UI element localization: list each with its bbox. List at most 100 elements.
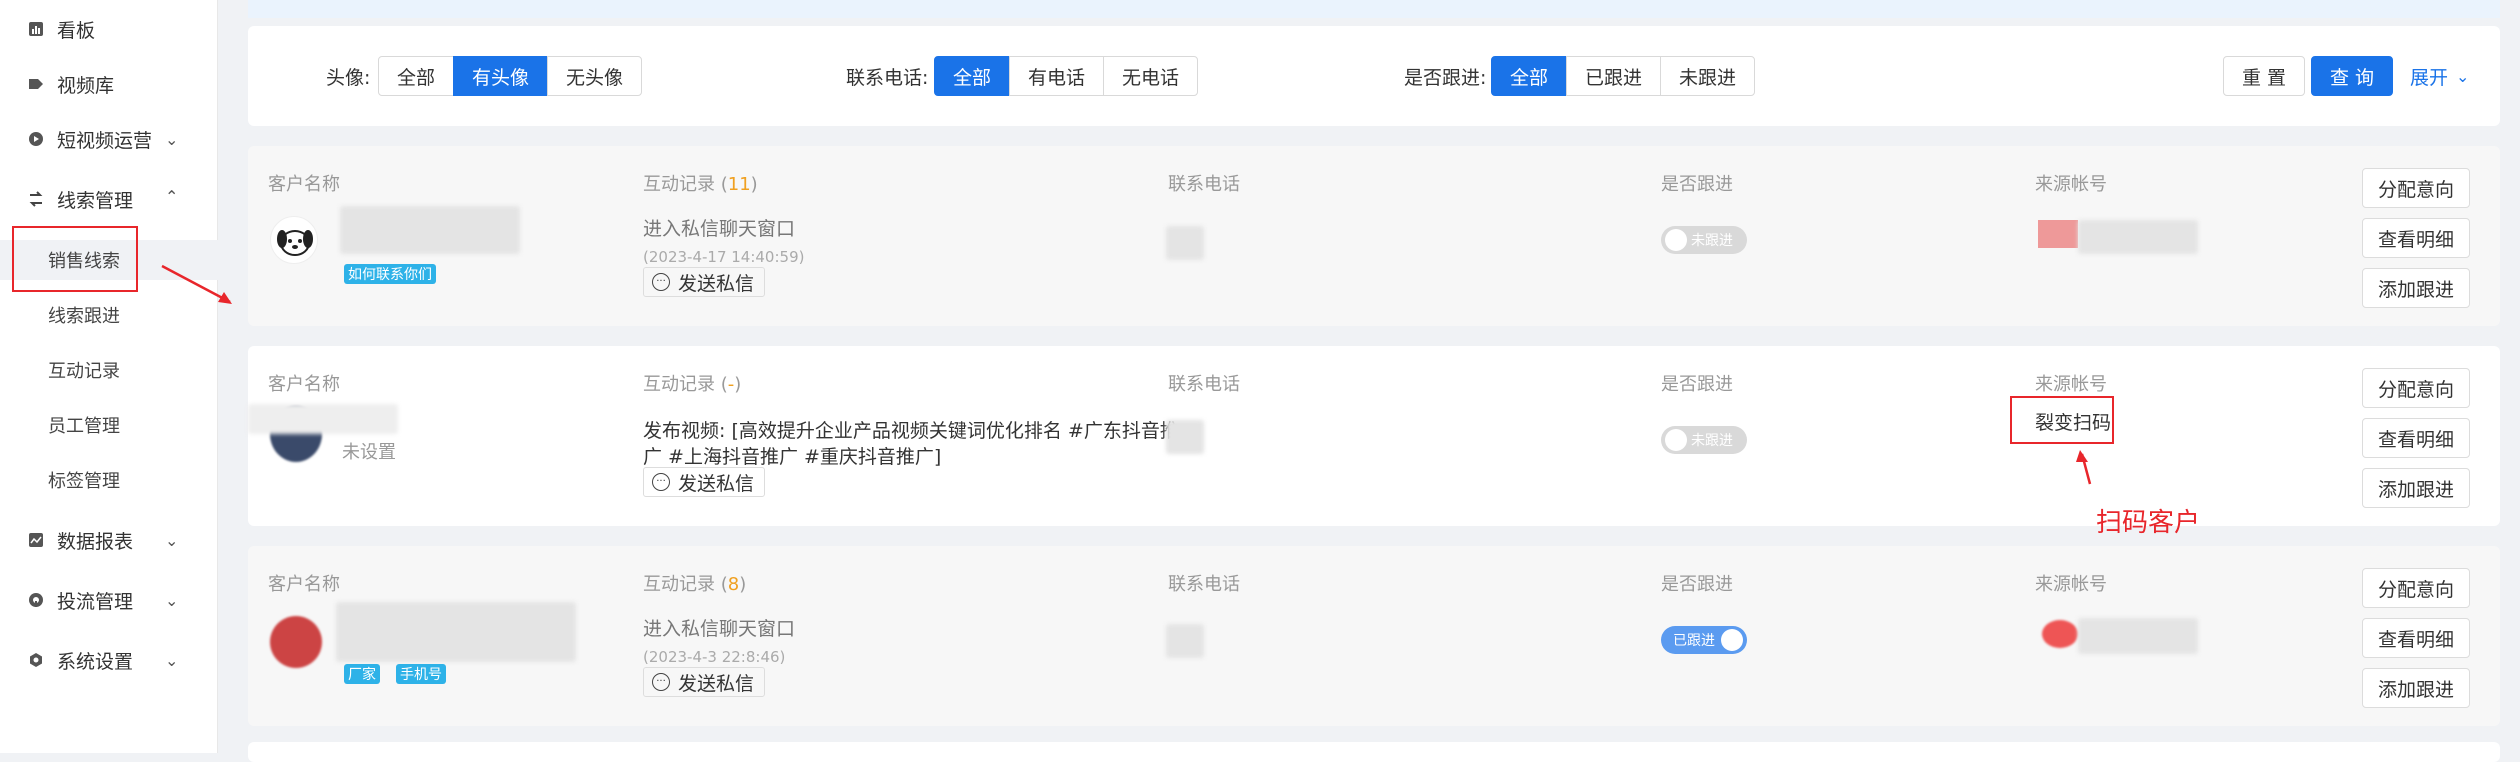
follow-option-all[interactable]: 全部 bbox=[1491, 56, 1568, 96]
avatar-option-none[interactable]: 无头像 bbox=[547, 56, 643, 96]
add-followup-button[interactable]: 添加跟进 bbox=[2362, 268, 2470, 308]
view-detail-button[interactable]: 查看明细 bbox=[2362, 418, 2470, 458]
avatar-option-has[interactable]: 有头像 bbox=[453, 56, 549, 96]
follow-toggle[interactable]: 未跟进 bbox=[1661, 426, 1747, 454]
sidebar-item-video-library[interactable]: 视频库 bbox=[0, 64, 218, 104]
sidebar-item-label: 系统设置 bbox=[57, 650, 134, 673]
sidebar-subitem-label: 员工管理 bbox=[48, 416, 120, 437]
sidebar-subitem-interactions[interactable]: 互动记录 bbox=[0, 350, 218, 390]
avatar-option-all[interactable]: 全部 bbox=[378, 56, 455, 96]
follow-filter: 全部 已跟进 未跟进 bbox=[1491, 56, 1756, 96]
avatar bbox=[270, 216, 318, 264]
send-dm-button[interactable]: ··· 发送私信 bbox=[643, 467, 766, 497]
annotation-text: 扫码客户 bbox=[2096, 508, 2201, 538]
sidebar-item-settings[interactable]: 系统设置 ⌄ bbox=[0, 640, 218, 680]
phone-filter-label: 联系电话: bbox=[846, 67, 929, 89]
follow-toggle[interactable]: 未跟进 bbox=[1661, 226, 1747, 254]
sidebar-item-short-video[interactable]: 短视频运营 ⌄ bbox=[0, 119, 218, 159]
customer-header: 客户名称 bbox=[268, 574, 340, 595]
avatar-filter-label: 头像: bbox=[326, 67, 371, 89]
annotation-arrow bbox=[161, 264, 232, 304]
follow-header: 是否跟进 bbox=[1661, 574, 1733, 595]
avatar-filter: 全部 有头像 无头像 bbox=[378, 56, 643, 96]
follow-option-pending[interactable]: 未跟进 bbox=[1660, 56, 1756, 96]
toggle-label: 未跟进 bbox=[1691, 433, 1733, 449]
sidebar-subitem-tags[interactable]: 标签管理 bbox=[0, 460, 218, 500]
assign-intent-button[interactable]: 分配意向 bbox=[2362, 368, 2470, 408]
view-detail-button[interactable]: 查看明细 bbox=[2362, 218, 2470, 258]
sidebar-item-label: 投流管理 bbox=[57, 590, 134, 613]
view-detail-button[interactable]: 查看明细 bbox=[2362, 618, 2470, 658]
source-avatar-blurred bbox=[2042, 620, 2078, 648]
chevron-down-icon: ⌄ bbox=[165, 129, 179, 149]
lead-card-peek bbox=[248, 742, 2500, 762]
lead-card: 客户名称 互动记录 (8) 联系电话 是否跟进 来源帐号 厂家 手机号 进入私信… bbox=[248, 546, 2500, 726]
phone-blurred bbox=[1166, 226, 1204, 260]
source-avatar-blurred bbox=[2038, 220, 2078, 248]
interaction-header: 互动记录 (8) bbox=[643, 574, 747, 595]
filter-bar: 头像: 全部 有头像 无头像 联系电话: 全部 有电话 无电话 是否跟进: 全部… bbox=[248, 26, 2500, 126]
interaction-record-cont: 广 #上海抖音推广 #重庆抖音推广] bbox=[643, 446, 942, 468]
interaction-header-text: 互动记录 bbox=[643, 174, 715, 195]
toggle-knob bbox=[1665, 229, 1687, 251]
chevron-down-icon: ⌄ bbox=[165, 650, 179, 670]
assign-intent-button[interactable]: 分配意向 bbox=[2362, 568, 2470, 608]
follow-header: 是否跟进 bbox=[1661, 374, 1733, 395]
phone-option-all[interactable]: 全部 bbox=[934, 56, 1011, 96]
interaction-record: 进入私信聊天窗口 bbox=[643, 618, 796, 640]
reset-button[interactable]: 重 置 bbox=[2223, 56, 2305, 96]
rocket-icon bbox=[26, 590, 46, 610]
customer-name-blurred bbox=[336, 602, 576, 662]
send-dm-button[interactable]: ··· 发送私信 bbox=[643, 267, 766, 297]
query-button[interactable]: 查 询 bbox=[2311, 56, 2393, 96]
expand-link[interactable]: 展开 ⌄ bbox=[2410, 63, 2469, 90]
phone-option-none[interactable]: 无电话 bbox=[1103, 56, 1199, 96]
sidebar-item-leads[interactable]: 线索管理 ⌃ bbox=[0, 179, 218, 219]
chat-icon: ··· bbox=[652, 473, 670, 491]
add-followup-button[interactable]: 添加跟进 bbox=[2362, 668, 2470, 708]
customer-tag: 如何联系你们 bbox=[344, 264, 436, 284]
toggle-knob bbox=[1665, 429, 1687, 451]
source-account: 裂变扫码 bbox=[2035, 412, 2112, 434]
interaction-count: 11 bbox=[727, 174, 751, 195]
follow-filter-label: 是否跟进: bbox=[1404, 67, 1487, 89]
source-account-blurred bbox=[2078, 618, 2198, 654]
sidebar-subitem-staff[interactable]: 员工管理 bbox=[0, 405, 218, 445]
customer-header: 客户名称 bbox=[268, 374, 340, 395]
source-account-blurred bbox=[2078, 220, 2198, 254]
toggle-label: 已跟进 bbox=[1673, 633, 1715, 649]
customer-name-blurred bbox=[248, 404, 398, 434]
sidebar-item-reports[interactable]: 数据报表 ⌄ bbox=[0, 520, 218, 560]
interaction-record: 发布视频: [高效提升企业产品视频关键词优化排名 #广东抖音推 bbox=[643, 420, 1179, 442]
chevron-down-icon: ⌄ bbox=[165, 530, 179, 550]
add-followup-button[interactable]: 添加跟进 bbox=[2362, 468, 2470, 508]
chevron-down-icon: ⌄ bbox=[165, 590, 179, 610]
interaction-time: (2023-4-3 22:8:46) bbox=[643, 648, 786, 666]
follow-toggle[interactable]: 已跟进 bbox=[1661, 626, 1747, 654]
toggle-knob bbox=[1721, 629, 1743, 651]
gear-icon bbox=[26, 650, 46, 670]
sidebar-subitem-label: 标签管理 bbox=[48, 471, 120, 492]
send-dm-button[interactable]: ··· 发送私信 bbox=[643, 667, 766, 697]
sidebar-item-ads[interactable]: 投流管理 ⌄ bbox=[0, 580, 218, 620]
avatar bbox=[270, 616, 322, 668]
bar-chart-icon bbox=[26, 19, 46, 39]
assign-intent-button[interactable]: 分配意向 bbox=[2362, 168, 2470, 208]
sidebar-item-dashboard[interactable]: 看板 bbox=[0, 9, 218, 49]
customer-tag: 手机号 bbox=[396, 664, 446, 684]
sidebar-item-label: 短视频运营 bbox=[57, 129, 153, 152]
interaction-count: - bbox=[727, 374, 735, 395]
top-strip bbox=[248, 0, 2500, 18]
source-header: 来源帐号 bbox=[2035, 174, 2107, 195]
send-dm-label: 发送私信 bbox=[678, 272, 755, 295]
phone-option-has[interactable]: 有电话 bbox=[1009, 56, 1105, 96]
interaction-record: 进入私信聊天窗口 bbox=[643, 218, 796, 240]
sidebar-item-label: 数据报表 bbox=[57, 530, 134, 553]
interaction-time: (2023-4-17 14:40:59) bbox=[643, 248, 805, 266]
sidebar-item-label: 看板 bbox=[57, 19, 96, 42]
interaction-header: 互动记录 (-) bbox=[643, 374, 742, 395]
lead-card: 客户名称 互动记录 (11) 联系电话 是否跟进 来源帐号 如何联系你们 进入私… bbox=[248, 146, 2500, 326]
follow-option-done[interactable]: 已跟进 bbox=[1566, 56, 1662, 96]
interaction-header-text: 互动记录 bbox=[643, 574, 715, 595]
interaction-count: 8 bbox=[727, 574, 740, 595]
